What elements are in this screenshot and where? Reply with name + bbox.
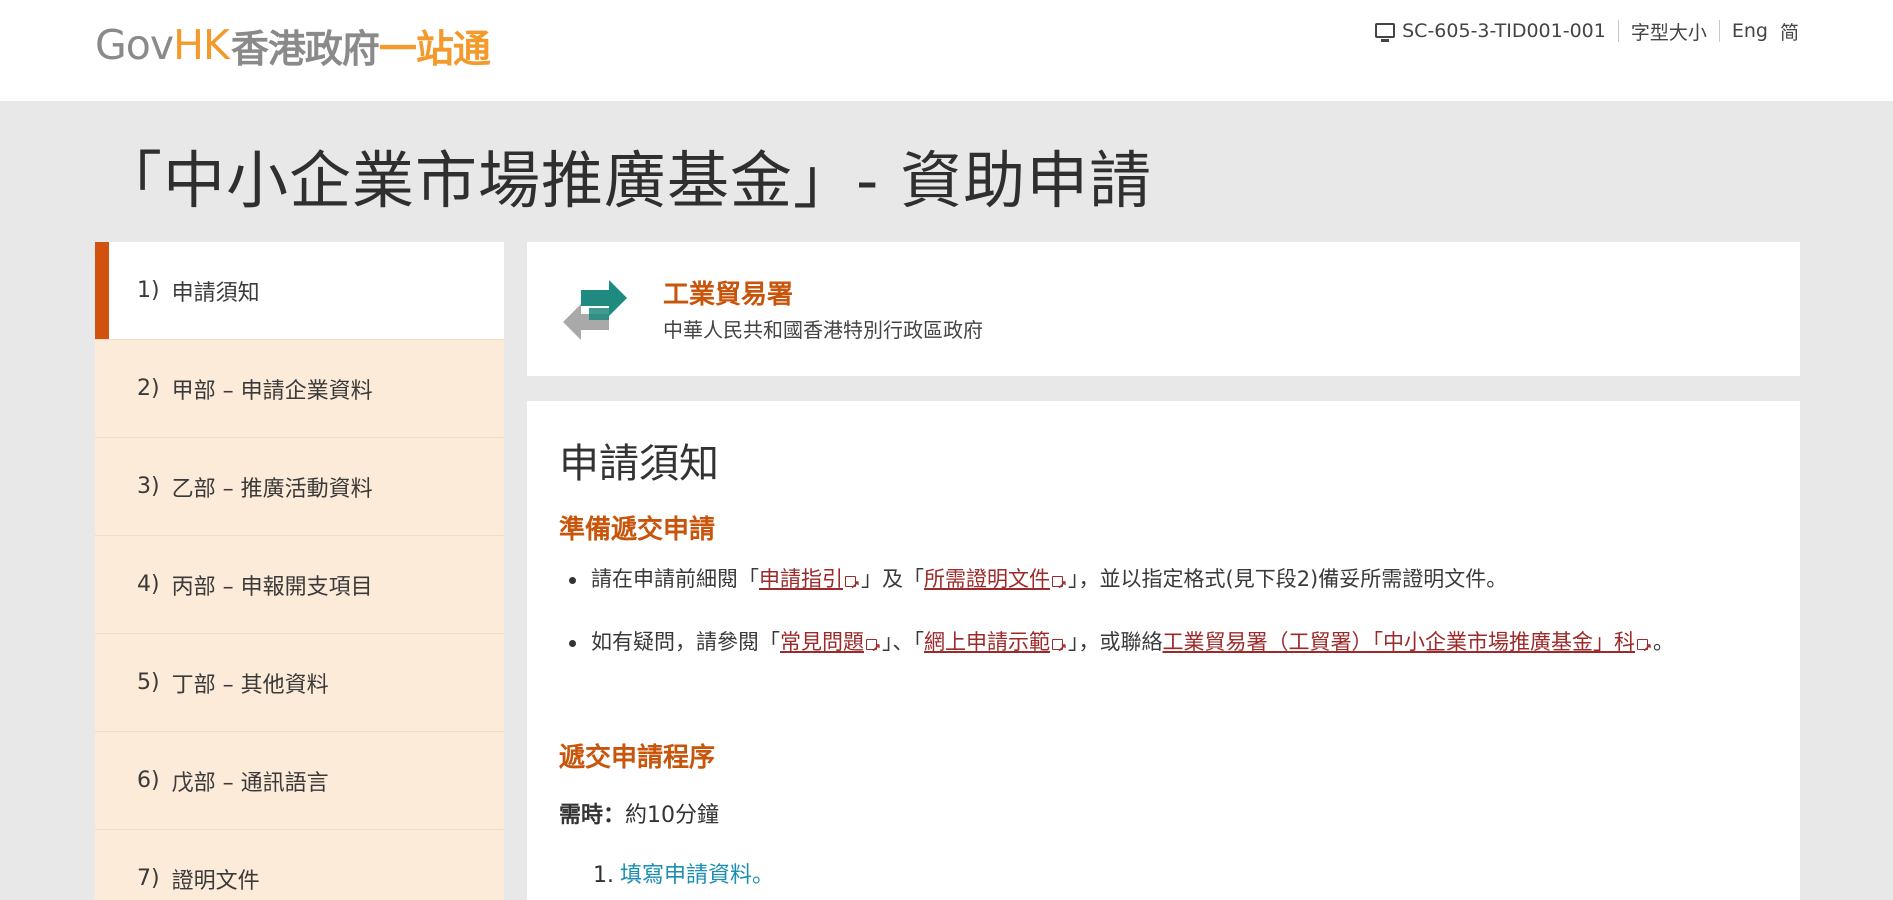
logo-hk-text: HK [173,21,230,69]
guide-link[interactable]: 申請指引 [759,567,843,591]
step-label: 申請須知 [171,280,260,306]
contact-tid-link[interactable]: 工業貿易署（工貿署）「中小企業市場推廣基金」科 [1163,630,1636,654]
lang-simplified-link[interactable]: 简 [1780,18,1799,45]
procedure-number: 1. [593,863,614,888]
step-number: 6) [137,768,160,793]
sidebar-step-3[interactable]: 3) 乙部 – 推廣活動資料 [95,438,504,536]
department-subtitle: 中華人民共和國香港特別行政區政府 [663,318,983,342]
sidebar-step-5[interactable]: 5) 丁部 – 其他資料 [95,634,504,732]
step-label: 乙部 – 推廣活動資料 [171,476,373,502]
external-link-icon [1637,632,1652,665]
time-required: 需時：約10分鐘 [559,797,719,829]
step-number: 7) [137,866,160,891]
step-label: 甲部 – 申請企業資料 [171,378,373,404]
instructions-card: 申請須知 準備遞交申請 請在申請前細閱「申請指引」及「所需證明文件」，並以指定格… [527,401,1800,900]
monitor-icon [1375,22,1396,42]
text-segment: 」及「 [861,567,924,591]
demo-link[interactable]: 網上申請示範 [924,630,1050,654]
external-link-icon [866,632,881,665]
prepare-list: 請在申請前細閱「申請指引」及「所需證明文件」，並以指定格式(見下段2)備妥所需證… [559,563,1774,689]
sidebar-step-4[interactable]: 4) 丙部 – 申報開支項目 [95,536,504,634]
prepare-heading: 準備遞交申請 [559,515,716,545]
list-item: 請在申請前細閱「申請指引」及「所需證明文件」，並以指定格式(見下段2)備妥所需證… [559,563,1774,602]
step-number: 4) [137,572,160,597]
font-size-button[interactable]: 字型大小 [1631,18,1707,45]
step-number: 2) [137,376,160,401]
supporting-documents-link[interactable]: 所需證明文件 [924,567,1050,591]
procedure-heading: 遞交申請程序 [559,743,716,773]
department-card: 工業貿易署 中華人民共和國香港特別行政區政府 [527,242,1800,376]
time-value: 約10分鐘 [625,803,720,828]
faq-link[interactable]: 常見問題 [780,630,864,654]
fill-in-info-link[interactable]: 填寫申請資料。 [620,863,774,888]
step-label: 戊部 – 通訊語言 [171,770,329,796]
step-label: 證明文件 [171,868,260,894]
govhk-logo[interactable]: Gov HK 香港政府 一站通 [95,20,491,71]
divider [1617,20,1619,42]
text-segment: 」、「 [882,630,924,654]
text-segment: 如有疑問，請參閱「 [591,630,780,654]
text-segment: 」，並以指定格式(見下段2)備妥所需證明文件。 [1068,567,1508,591]
header-utilities: SC-605-3-TID001-001 字型大小 Eng 简 [1375,17,1799,45]
text-segment: 」，或聯絡 [1068,630,1163,654]
session-id: SC-605-3-TID001-001 [1402,20,1606,42]
procedure-step: 1. 填寫申請資料。 [593,857,774,889]
top-header: Gov HK 香港政府 一站通 SC-605-3-TID001-001 字型大小 En… [0,0,1893,101]
logo-zh-orange-text: 一站通 [378,26,491,71]
page-title: 「中小企業市場推廣基金」- 資助申請 [100,144,1153,217]
sidebar-step-7[interactable]: 7) 證明文件 [95,830,504,900]
step-sidebar: 1) 申請須知 2) 甲部 – 申請企業資料 3) 乙部 – 推廣活動資料 4)… [95,242,504,900]
text-segment: 。 [1653,630,1674,654]
external-link-icon [1052,569,1067,602]
sidebar-step-1[interactable]: 1) 申請須知 [95,242,504,340]
text-segment: 請在申請前細閱「 [591,567,759,591]
sidebar-step-2[interactable]: 2) 甲部 – 申請企業資料 [95,340,504,438]
step-label: 丙部 – 申報開支項目 [171,574,373,600]
external-link-icon [845,569,860,602]
logo-zh-gray-text: 香港政府 [230,26,380,71]
step-number: 5) [137,670,160,695]
divider [1718,20,1720,42]
section-title: 申請須知 [559,441,719,487]
time-label: 需時： [559,803,626,828]
logo-gov-text: Gov [95,21,174,69]
step-label: 丁部 – 其他資料 [171,672,329,698]
step-number: 1) [137,278,160,303]
tid-arrows-logo-icon [563,280,627,340]
step-number: 3) [137,474,160,499]
external-link-icon [1052,632,1067,665]
department-name: 工業貿易署 [663,280,794,310]
lang-english-link[interactable]: Eng [1732,20,1768,42]
list-item: 如有疑問，請參閱「常見問題」、「網上申請示範」，或聯絡工業貿易署（工貿署）「中小… [559,626,1774,665]
sidebar-step-6[interactable]: 6) 戊部 – 通訊語言 [95,732,504,830]
